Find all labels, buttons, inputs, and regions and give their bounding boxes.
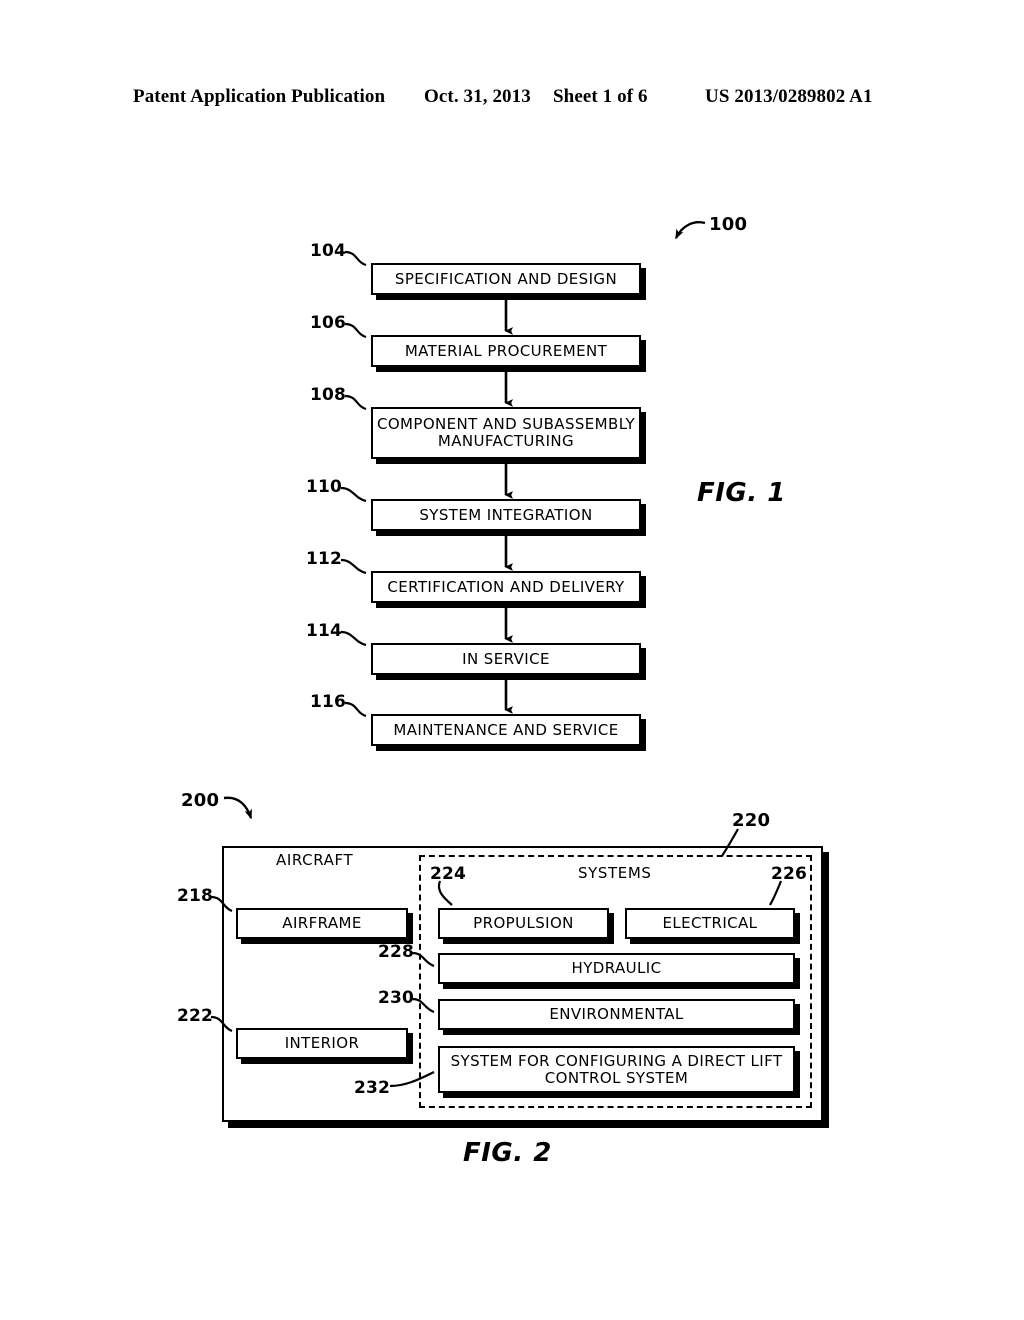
block-system-for-configuring-a-direct-lift-control-system: SYSTEM FOR CONFIGURING A DIRECT LIFT CON…	[438, 1046, 795, 1093]
reference-numeral-222: 222	[177, 1006, 214, 1026]
block-electrical: ELECTRICAL	[625, 908, 795, 939]
block-airframe: AIRFRAME	[236, 908, 408, 939]
header-publication-text: Patent Application Publication	[133, 86, 386, 107]
leader-line-106	[344, 322, 367, 339]
process-box-label: SPECIFICATION AND DESIGN	[394, 269, 618, 288]
process-box-label: COMPONENT AND SUBASSEMBLY MANUFACTURING	[376, 415, 636, 450]
leader-line-110	[340, 486, 367, 503]
reference-numeral-224: 224	[430, 864, 467, 884]
process-box-certification-and-delivery: CERTIFICATION AND DELIVERY	[371, 571, 641, 603]
reference-numeral-110: 110	[306, 477, 343, 497]
block-interior: INTERIOR	[236, 1028, 408, 1059]
leader-line-108	[344, 394, 367, 411]
systems-label: SYSTEMS	[578, 864, 652, 882]
process-box-label: CERTIFICATION AND DELIVERY	[387, 577, 625, 596]
process-box-in-service: IN SERVICE	[371, 643, 641, 675]
block-environmental: ENVIRONMENTAL	[438, 999, 795, 1030]
reference-numeral-106: 106	[310, 313, 347, 333]
reference-numeral-114: 114	[306, 621, 343, 641]
process-box-label: SYSTEM INTEGRATION	[419, 505, 593, 524]
reference-numeral-220: 220	[732, 810, 771, 831]
block-propulsion: PROPULSION	[438, 908, 609, 939]
leader-line-112	[340, 558, 367, 575]
block-label: ENVIRONMENTAL	[549, 1005, 684, 1024]
process-box-specification-and-design: SPECIFICATION AND DESIGN	[371, 263, 641, 295]
block-label: ELECTRICAL	[662, 914, 758, 933]
process-box-system-integration: SYSTEM INTEGRATION	[371, 499, 641, 531]
reference-numeral-100: 100	[709, 214, 748, 235]
block-label: PROPULSION	[473, 914, 574, 933]
leader-line-116	[344, 701, 367, 718]
reference-numeral-226: 226	[771, 864, 808, 884]
figure-2-caption: FIG. 2	[463, 1138, 552, 1168]
leader-line-114	[340, 630, 367, 647]
block-label: INTERIOR	[284, 1034, 360, 1053]
figure-1-caption: FIG. 1	[697, 478, 786, 508]
header-sheet-number: Sheet 1 of 6	[553, 86, 648, 107]
reference-numeral-232: 232	[354, 1078, 391, 1098]
block-label: HYDRAULIC	[571, 959, 662, 978]
aircraft-label: AIRCRAFT	[276, 851, 354, 869]
reference-numeral-228: 228	[378, 942, 415, 962]
reference-numeral-108: 108	[310, 385, 347, 405]
block-label: SYSTEM FOR CONFIGURING A DIRECT LIFT CON…	[450, 1051, 783, 1087]
header-patent-number: US 2013/0289802 A1	[705, 86, 873, 107]
reference-numeral-230: 230	[378, 988, 415, 1008]
process-box-label: IN SERVICE	[462, 649, 550, 668]
reference-numeral-200: 200	[181, 790, 220, 811]
leader-arrow-200	[223, 796, 253, 820]
leader-arrow-100	[674, 221, 706, 240]
reference-numeral-218: 218	[177, 886, 214, 906]
reference-numeral-104: 104	[310, 241, 347, 261]
reference-numeral-116: 116	[310, 692, 347, 712]
process-box-label: MAINTENANCE AND SERVICE	[393, 720, 619, 739]
block-label: AIRFRAME	[282, 914, 362, 933]
process-box-label: MATERIAL PROCUREMENT	[404, 341, 608, 360]
process-box-component-and-subassembly-manufacturing: COMPONENT AND SUBASSEMBLY MANUFACTURING	[371, 407, 641, 459]
reference-numeral-112: 112	[306, 549, 343, 569]
header-date: Oct. 31, 2013	[424, 86, 531, 107]
process-box-maintenance-and-service: MAINTENANCE AND SERVICE	[371, 714, 641, 746]
block-hydraulic: HYDRAULIC	[438, 953, 795, 984]
publication-header: Patent Application Publication Oct. 31, …	[0, 86, 1024, 114]
leader-line-104	[344, 250, 367, 267]
process-box-material-procurement: MATERIAL PROCUREMENT	[371, 335, 641, 367]
